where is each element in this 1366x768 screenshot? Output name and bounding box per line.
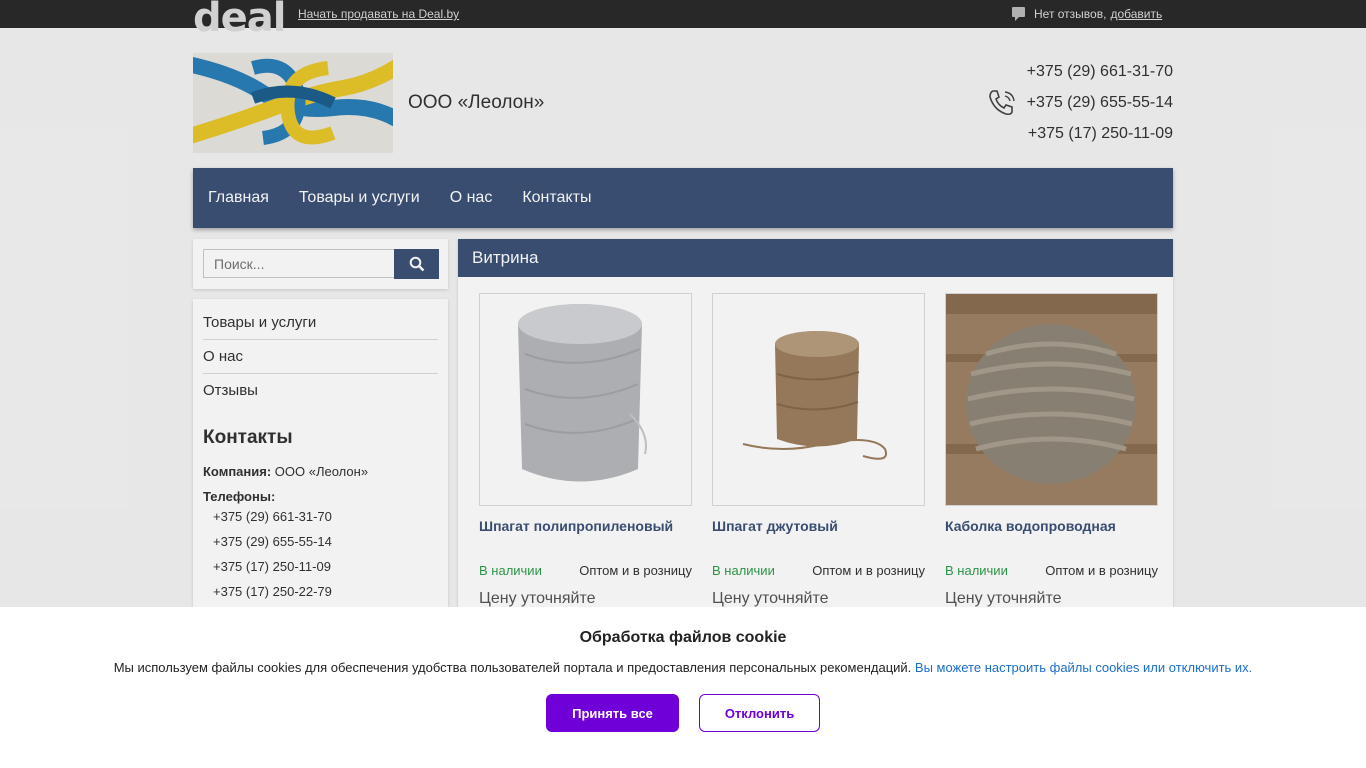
product-card[interactable]: Шпагат полипропиленовый В наличии Оптом … <box>479 293 692 608</box>
sale-type: Оптом и в розницу <box>1045 563 1158 578</box>
company-line: Компания: ООО «Леолон» <box>203 464 438 479</box>
sidebar-phone[interactable]: +375 (29) 655-55-14 <box>203 529 438 554</box>
sidebar-phone[interactable]: +375 (29) 661-31-70 <box>203 504 438 529</box>
contacts-title: Контакты <box>203 427 293 448</box>
accept-all-button[interactable]: Принять все <box>546 694 679 732</box>
phones-label: Телефоны: <box>203 489 276 504</box>
nav-products[interactable]: Товары и услуги <box>299 189 420 207</box>
sidebar-item-reviews[interactable]: Отзывы <box>203 374 438 408</box>
nav-about[interactable]: О нас <box>450 189 493 207</box>
cookie-banner: Обработка файлов cookie Мы используем фа… <box>0 607 1366 768</box>
product-card[interactable]: Шпагат джутовый В наличии Оптом и в розн… <box>712 293 925 608</box>
product-price: Цену уточняйте <box>712 590 829 607</box>
product-price: Цену уточняйте <box>945 590 1062 607</box>
decline-button[interactable]: Отклонить <box>699 694 820 732</box>
top-bar: deal Начать продавать на Deal.by Нет отз… <box>0 0 1366 38</box>
product-price: Цену уточняйте <box>479 590 596 607</box>
stock-status: В наличии <box>479 563 542 578</box>
reviews-info: Нет отзывов, добавить <box>1012 6 1162 22</box>
search-box <box>193 239 448 289</box>
cookie-title: Обработка файлов cookie <box>579 629 787 646</box>
product-image[interactable] <box>712 293 925 506</box>
product-meta: В наличии Оптом и в розницу <box>479 563 692 578</box>
header-phone[interactable]: +375 (17) 250-11-09 <box>990 122 1173 153</box>
search-button[interactable] <box>394 249 439 279</box>
cookie-buttons: Принять все Отклонить <box>0 694 1366 732</box>
sidebar-phone[interactable]: +375 (17) 250-11-09 <box>203 554 438 579</box>
showcase-title: Витрина <box>458 239 1173 277</box>
nav-home[interactable]: Главная <box>208 189 269 207</box>
add-review-link[interactable]: добавить <box>1110 7 1162 21</box>
header-phones: +375 (29) 661-31-70 +375 (29) 655-55-14 … <box>990 60 1173 153</box>
stock-status: В наличии <box>712 563 775 578</box>
search-icon <box>409 256 424 272</box>
cookie-description: Мы используем файлы cookies для обеспече… <box>113 660 912 675</box>
comment-icon <box>1012 7 1025 21</box>
start-selling-link[interactable]: Начать продавать на Deal.by <box>298 7 459 21</box>
sidebar-item-about[interactable]: О нас <box>203 340 438 374</box>
sidebar-phone[interactable]: +375 (17) 250-22-79 <box>203 579 438 604</box>
company-label: Компания: <box>203 464 272 479</box>
sidebar-item-products[interactable]: Товары и услуги <box>203 306 438 340</box>
product-image[interactable] <box>945 293 1158 506</box>
header-phone[interactable]: +375 (29) 661-31-70 <box>990 60 1173 91</box>
product-name[interactable]: Шпагат джутовый <box>712 518 925 558</box>
nav-contacts[interactable]: Контакты <box>522 189 591 207</box>
product-card[interactable]: Каболка водопроводная В наличии Оптом и … <box>945 293 1158 608</box>
deal-logo[interactable]: deal <box>193 0 286 38</box>
product-name[interactable]: Шпагат полипропиленовый <box>479 518 692 558</box>
reviews-text: Нет отзывов, <box>1034 7 1107 21</box>
showcase: Витрина Шпагат полипропиленовый В наличи… <box>458 239 1173 619</box>
product-name[interactable]: Каболка водопроводная <box>945 518 1158 558</box>
cookie-text: Мы используем файлы cookies для обеспече… <box>0 660 1366 675</box>
product-meta: В наличии Оптом и в розницу <box>712 563 925 578</box>
company-value: ООО «Леолон» <box>274 464 369 479</box>
cookie-settings-link[interactable]: Вы можете настроить файлы cookies или от… <box>915 660 1252 675</box>
company-logo-image[interactable] <box>193 53 393 153</box>
sidebar-menu: Товары и услуги О нас Отзывы <box>203 306 438 408</box>
sidebar-panel: Товары и услуги О нас Отзывы Контакты Ко… <box>193 299 448 619</box>
search-input[interactable] <box>203 249 395 278</box>
stock-status: В наличии <box>945 563 1008 578</box>
product-meta: В наличии Оптом и в розницу <box>945 563 1158 578</box>
sale-type: Оптом и в розницу <box>812 563 925 578</box>
header-phone[interactable]: +375 (29) 655-55-14 <box>990 91 1173 122</box>
company-title: ООО «Леолон» <box>408 92 545 113</box>
sale-type: Оптом и в розницу <box>579 563 692 578</box>
product-image[interactable] <box>479 293 692 506</box>
main-nav: Главная Товары и услуги О нас Контакты <box>193 168 1173 228</box>
